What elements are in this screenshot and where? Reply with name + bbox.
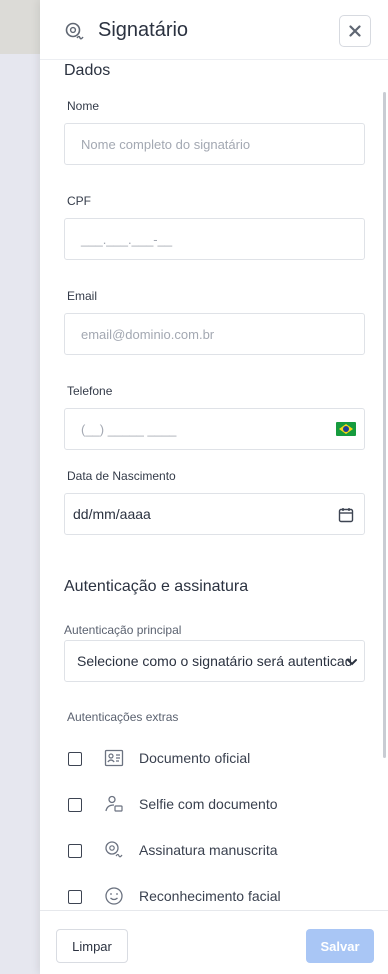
documento-oficial-label: Documento oficial: [139, 750, 251, 766]
documento-oficial-checkbox[interactable]: [68, 752, 82, 766]
section-title-autenticacao: Autenticação e assinatura: [64, 578, 249, 595]
smiley-face-icon: [105, 887, 123, 905]
flag-globe: [343, 426, 349, 432]
extra-auth-item[interactable]: Reconhecimento facial: [68, 886, 358, 910]
nome-input[interactable]: Nome completo do signatário: [64, 123, 365, 165]
assinatura-manuscrita-label: Assinatura manuscrita: [139, 842, 278, 858]
label-telefone: Telefone: [67, 384, 113, 398]
email-input[interactable]: email@dominio.com.br: [64, 313, 365, 355]
label-nome: Nome: [67, 99, 100, 113]
label-autenticacoes-extras: Autenticações extras: [67, 710, 179, 724]
reconhecimento-facial-checkbox[interactable]: [68, 890, 82, 904]
panel-title: Signatário: [98, 19, 189, 41]
signature-badge-icon: [65, 22, 84, 40]
close-icon: [349, 25, 361, 37]
extra-auth-item[interactable]: Assinatura manuscrita: [68, 840, 358, 864]
telefone-placeholder: (__) _____ ____: [81, 421, 177, 437]
clear-button[interactable]: Limpar: [56, 929, 128, 963]
panel-footer: Limpar Salvar: [40, 910, 388, 974]
section-title-dados: Dados: [64, 62, 111, 79]
extra-auth-item[interactable]: Selfie com documento: [68, 794, 358, 818]
cpf-input[interactable]: ___.___.___-__: [64, 218, 365, 260]
telefone-input[interactable]: (__) _____ ____: [64, 408, 365, 450]
select-value: Selecione como o signatário será autenti…: [77, 653, 351, 669]
scrollbar[interactable]: [383, 92, 386, 758]
chevron-down-icon: [347, 659, 357, 666]
brazil-flag-icon[interactable]: [336, 422, 356, 436]
signatory-panel: Signatário Dados Nome Nome completo do s…: [40, 0, 388, 974]
calendar-icon[interactable]: [338, 507, 354, 523]
label-cpf: CPF: [67, 194, 91, 208]
label-nascimento: Data de Nascimento: [67, 469, 176, 483]
reconhecimento-facial-label: Reconhecimento facial: [139, 888, 281, 904]
page-backdrop: [0, 0, 40, 54]
label-autenticacao-principal: Autenticação principal: [64, 623, 182, 637]
label-email: Email: [67, 289, 98, 303]
panel-header: Signatário: [40, 0, 388, 60]
id-card-icon: [104, 749, 124, 767]
close-button[interactable]: [339, 15, 371, 47]
nascimento-date-input[interactable]: dd/mm/aaaa: [64, 493, 365, 535]
selfie-documento-label: Selfie com documento: [139, 796, 278, 812]
form-scroll-area[interactable]: Dados Nome Nome completo do signatário C…: [40, 60, 388, 910]
save-button[interactable]: Salvar: [306, 929, 374, 963]
user-doc-icon: [105, 795, 123, 812]
nascimento-value: dd/mm/aaaa: [73, 506, 151, 522]
extra-auth-item[interactable]: Documento oficial: [68, 748, 358, 772]
selfie-documento-checkbox[interactable]: [68, 798, 82, 812]
assinatura-manuscrita-checkbox[interactable]: [68, 844, 82, 858]
signature-badge-icon: [105, 841, 123, 858]
autenticacao-principal-select[interactable]: Selecione como o signatário será autenti…: [64, 640, 365, 682]
